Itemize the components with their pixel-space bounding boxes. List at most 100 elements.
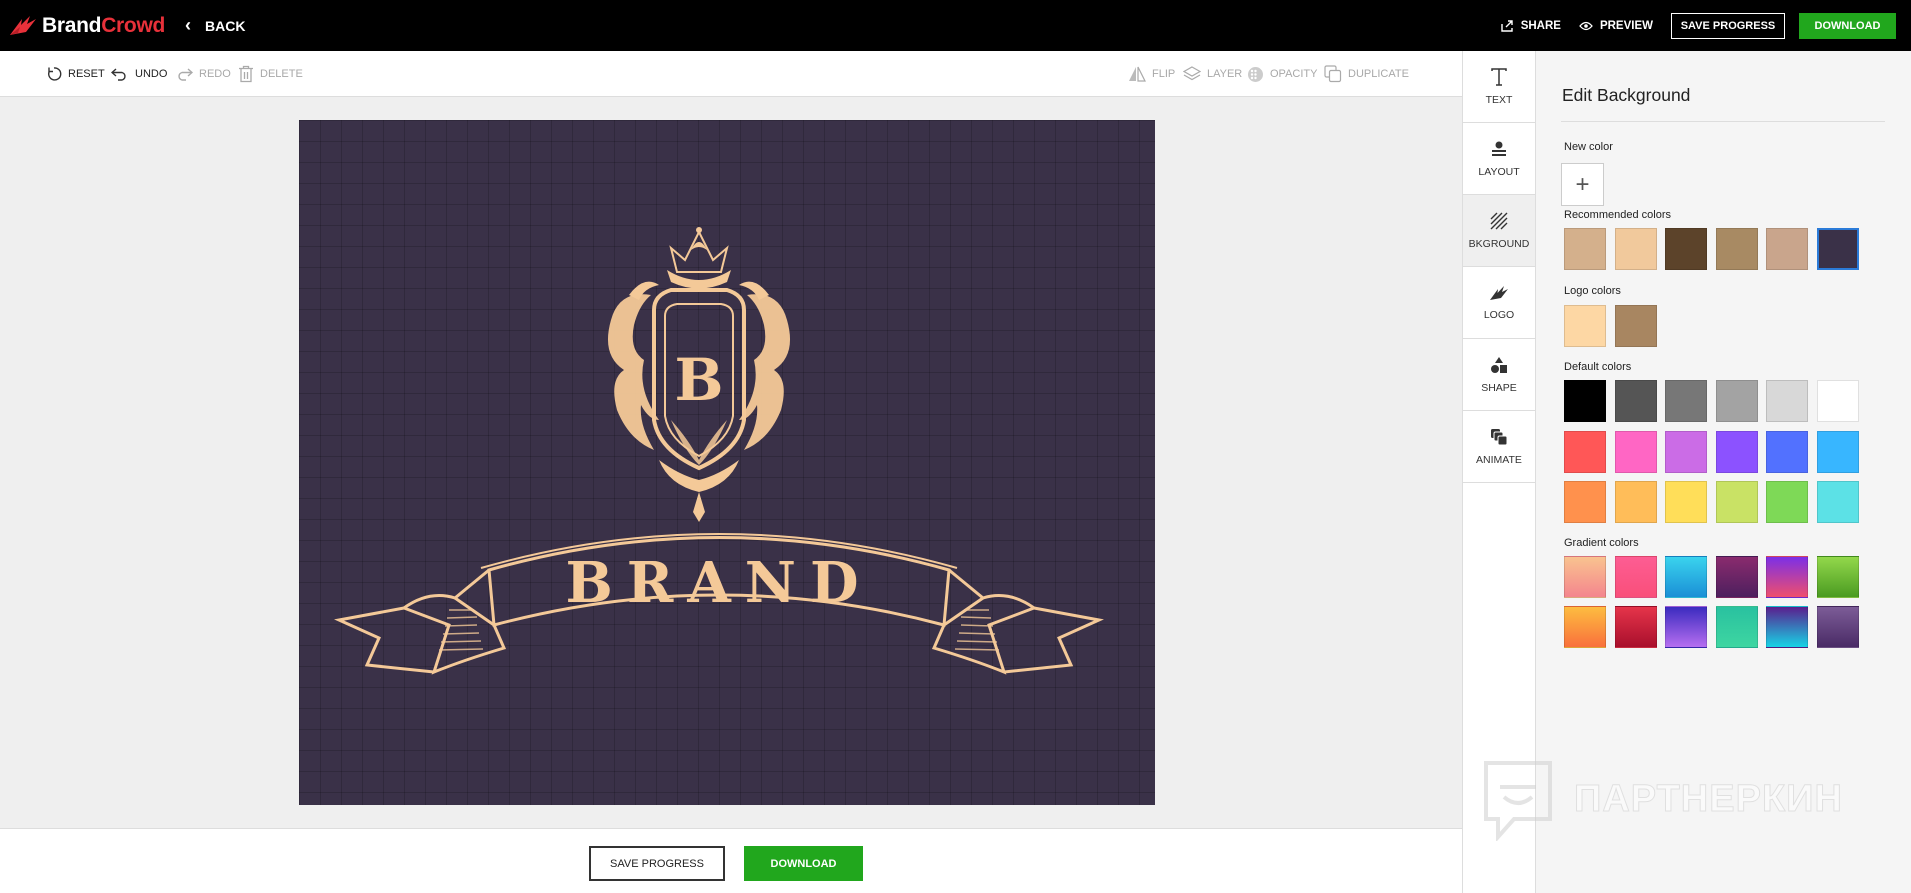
- default-color-swatch[interactable]: [1614, 481, 1657, 523]
- design-canvas[interactable]: B BRAND: [299, 120, 1155, 805]
- default-color-swatch[interactable]: [1665, 481, 1708, 523]
- share-label: SHARE: [1520, 19, 1561, 32]
- recommended-color-swatch[interactable]: [1816, 228, 1859, 270]
- gradient-color-swatch[interactable]: [1665, 556, 1708, 598]
- background-icon: [1490, 212, 1508, 229]
- duplicate-label: DUPLICATE: [1348, 68, 1409, 80]
- recommended-color-swatch[interactable]: [1614, 228, 1657, 270]
- gradient-color-swatch[interactable]: [1614, 606, 1657, 648]
- gradient-colors-label: Gradient colors: [1564, 537, 1639, 549]
- logo-colors-label: Logo colors: [1564, 285, 1621, 297]
- layout-icon: [1492, 141, 1506, 156]
- gradient-color-swatch[interactable]: [1715, 606, 1758, 648]
- share-icon: [1500, 19, 1513, 32]
- reset-label: RESET: [68, 68, 105, 80]
- emblem-letter: B: [674, 346, 723, 414]
- logo-color-swatch[interactable]: [1564, 305, 1606, 347]
- tab-background[interactable]: BKGROUND: [1463, 195, 1535, 267]
- tab-text-label: TEXT: [1485, 93, 1513, 106]
- edit-toolbar: RESET UNDO REDO DELETE FLIP LAYER OPACIT…: [0, 51, 1462, 97]
- download-button[interactable]: DOWNLOAD: [1799, 12, 1896, 39]
- gradient-color-swatch[interactable]: [1614, 556, 1657, 598]
- default-color-swatch[interactable]: [1816, 431, 1859, 473]
- undo-button[interactable]: UNDO: [111, 51, 167, 97]
- reset-icon: [48, 67, 62, 81]
- default-swatches-row-3: [1564, 481, 1868, 523]
- default-color-swatch[interactable]: [1816, 380, 1859, 422]
- opacity-label: OPACITY: [1270, 68, 1318, 80]
- default-color-swatch[interactable]: [1564, 380, 1606, 422]
- panel-divider: [1561, 121, 1885, 122]
- default-color-swatch[interactable]: [1614, 431, 1657, 473]
- gradient-color-swatch[interactable]: [1564, 556, 1606, 598]
- logo-artwork[interactable]: B BRAND: [299, 120, 1155, 805]
- gradient-color-swatch[interactable]: [1816, 556, 1859, 598]
- gradient-color-swatch[interactable]: [1766, 606, 1809, 648]
- add-color-button[interactable]: +: [1561, 163, 1604, 206]
- gradient-color-swatch[interactable]: [1665, 606, 1708, 648]
- crown-icon: [667, 227, 731, 289]
- redo-label: REDO: [199, 68, 231, 80]
- undo-label: UNDO: [135, 68, 168, 80]
- recommended-color-swatch[interactable]: [1766, 228, 1809, 270]
- opacity-button[interactable]: OPACITY: [1247, 51, 1317, 97]
- tab-animate[interactable]: ANIMATE: [1463, 411, 1535, 483]
- undo-icon: [111, 68, 126, 81]
- tab-shape-label: SHAPE: [1481, 381, 1517, 394]
- reset-button[interactable]: RESET: [46, 51, 105, 97]
- default-color-swatch[interactable]: [1614, 380, 1657, 422]
- layer-button[interactable]: LAYER: [1183, 51, 1242, 97]
- shape-icon: [1491, 356, 1507, 373]
- brandcrowd-logo[interactable]: BrandCrowd: [8, 0, 165, 51]
- recommended-color-swatch[interactable]: [1665, 228, 1708, 270]
- gradient-swatches-row-1: [1564, 556, 1868, 598]
- default-color-swatch[interactable]: [1665, 431, 1708, 473]
- default-color-swatch[interactable]: [1715, 380, 1758, 422]
- preview-label: PREVIEW: [1599, 19, 1653, 32]
- share-button[interactable]: SHARE: [1500, 19, 1561, 32]
- editor-area: RESET UNDO REDO DELETE FLIP LAYER OPACIT…: [0, 51, 1462, 893]
- panel-title: Edit Background: [1562, 85, 1691, 105]
- logo-icon: [1490, 285, 1508, 300]
- tab-animate-label: ANIMATE: [1476, 453, 1522, 466]
- recommended-color-swatch[interactable]: [1715, 228, 1758, 270]
- preview-button[interactable]: PREVIEW: [1579, 20, 1653, 32]
- default-color-swatch[interactable]: [1766, 481, 1809, 523]
- logo-color-swatch[interactable]: [1614, 305, 1657, 347]
- trash-icon: [239, 65, 253, 83]
- default-color-swatch[interactable]: [1715, 481, 1758, 523]
- top-bar: BrandCrowd ‹ BACK SHARE PREVIEW SAVE PRO…: [0, 0, 1911, 51]
- default-color-swatch[interactable]: [1715, 431, 1758, 473]
- default-color-swatch[interactable]: [1766, 431, 1809, 473]
- default-color-swatch[interactable]: [1564, 481, 1606, 523]
- tab-text[interactable]: TEXT: [1463, 51, 1535, 123]
- gradient-color-swatch[interactable]: [1816, 606, 1859, 648]
- recommended-color-swatch[interactable]: [1564, 228, 1606, 270]
- flip-button[interactable]: FLIP: [1128, 51, 1175, 97]
- redo-button[interactable]: REDO: [175, 51, 231, 97]
- save-progress-button[interactable]: SAVE PROGRESS: [1671, 12, 1785, 39]
- layers-icon: [1183, 66, 1201, 81]
- gradient-color-swatch[interactable]: [1564, 606, 1606, 648]
- gradient-color-swatch[interactable]: [1766, 556, 1809, 598]
- download-bottom-button[interactable]: DOWNLOAD: [744, 846, 863, 881]
- default-swatches-row-2: [1564, 431, 1868, 473]
- duplicate-button[interactable]: DUPLICATE: [1324, 51, 1409, 97]
- save-progress-bottom-button[interactable]: SAVE PROGRESS: [589, 846, 725, 881]
- back-button[interactable]: ‹ BACK: [185, 15, 245, 36]
- default-color-swatch[interactable]: [1766, 380, 1809, 422]
- tab-layout[interactable]: LAYOUT: [1463, 123, 1535, 195]
- default-color-swatch[interactable]: [1816, 481, 1859, 523]
- tab-logo[interactable]: LOGO: [1463, 267, 1535, 339]
- tab-logo-label: LOGO: [1483, 308, 1515, 321]
- default-color-swatch[interactable]: [1665, 380, 1708, 422]
- tab-shape[interactable]: SHAPE: [1463, 339, 1535, 411]
- logo-brand-text: Brand: [42, 13, 102, 37]
- gradient-color-swatch[interactable]: [1715, 556, 1758, 598]
- default-color-swatch[interactable]: [1564, 431, 1606, 473]
- bottom-bar: SAVE PROGRESS DOWNLOAD: [0, 828, 1462, 893]
- tab-layout-label: LAYOUT: [1478, 165, 1520, 178]
- chevron-left-icon: ‹: [185, 15, 192, 35]
- new-color-label: New color: [1564, 141, 1613, 153]
- delete-button[interactable]: DELETE: [238, 51, 303, 97]
